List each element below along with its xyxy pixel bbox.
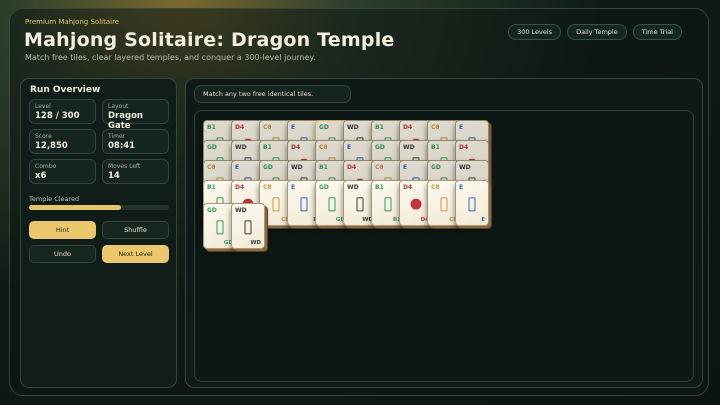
tile-code-label: WD [347,124,359,131]
page-title: Mahjong Solitaire: Dragon Temple [24,29,395,51]
tile-glyph-icon [356,197,364,212]
tile-code-label: E [459,124,464,131]
tile-code-label: GD [431,164,441,171]
tile-code-label: C8 [263,184,272,191]
tile-glyph-icon [244,220,252,235]
tile-code-label: B1 [375,124,384,131]
tile-code-label: WD [459,164,471,171]
tile-code-label: E [347,144,352,151]
stat-value: Dragon Gate [108,111,143,131]
tile-code-label: GD [207,207,217,214]
tile-code-label: C8 [431,184,440,191]
panel-title: Run Overview [30,85,101,95]
tile-code-label: E [403,164,408,171]
stat-value: 08:41 [108,141,136,151]
mode-300-levels-button[interactable]: 300 Levels [508,24,562,40]
tile-code-label: B1 [431,144,440,151]
mahjong-tile[interactable]: WD WD [231,203,265,249]
stat-label: Combo [35,163,57,170]
stat-value: 128 / 300 [35,111,80,121]
hint-message: Match any two free identical tiles. [194,85,351,103]
tile-code-label: E [459,184,464,191]
stat-value: x6 [35,171,47,181]
tile-code-label: GD [207,144,217,151]
tile-code-label: C8 [375,164,384,171]
tile-glyph-icon [328,197,336,212]
tile-code-label-bottom: WD [250,240,261,246]
stat-label: Layout [108,103,129,110]
tile-code-label: D4 [403,124,413,131]
tile-code-label: D4 [235,184,245,191]
tile-code-label: B1 [207,124,216,131]
mahjong-tile[interactable]: EE [455,180,489,226]
stat-moves-left: Moves Left 14 [102,159,169,184]
stat-combo: Combo x6 [29,159,96,184]
stat-label: Score [35,133,52,140]
stat-label: Level [35,103,51,110]
tile-code-label: D4 [291,144,301,151]
tile-code-label: E [291,184,296,191]
tile-code-label-bottom: E [481,217,485,223]
tile-code-label: GD [375,144,385,151]
tile-glyph-icon [384,197,392,212]
eyebrow-label: Premium Mahjong Solitaire [25,18,120,26]
tile-glyph-icon [468,197,476,212]
tile-code-label: GD [263,164,273,171]
stat-value: 14 [108,171,120,181]
tile-code-label: D4 [403,184,413,191]
tile-code-label: B1 [263,144,272,151]
stat-label: Moves Left [108,163,141,170]
undo-button[interactable]: Undo [29,245,96,263]
tile-code-label: C8 [431,124,440,131]
tile-code-label: B1 [319,164,328,171]
tile-code-label: C8 [207,164,216,171]
tile-glyph-icon [410,198,422,210]
mode-daily-temple-button[interactable]: Daily Temple [567,24,627,40]
tile-glyph-icon [272,197,280,212]
temple-progress-fill [29,205,122,210]
tile-code-label: D4 [459,144,469,151]
stat-timer: Timer 08:41 [102,129,169,154]
stat-level: Level 128 / 300 [29,99,96,124]
tile-code-label: E [291,124,296,131]
mode-selector: 300 Levels Daily Temple Time Trial [508,24,682,40]
mahjong-board: B1 D4 C8 E GD WD B1 D4 C8 E GD WD B1 D4 C8 E GD WD B1 D4 C8 E… [194,110,694,382]
stat-layout: Layout Dragon Gate [102,99,169,131]
next-level-button[interactable]: Next Level [102,245,169,263]
stat-score: Score 12,850 [29,129,96,154]
tile-code-label: GD [319,124,329,131]
hint-button[interactable]: Hint [29,221,96,239]
temple-progress-bar [29,205,169,210]
run-overview-panel: Run Overview Level 128 / 300 Layout Drag… [20,78,177,388]
tile-code-label: B1 [207,184,216,191]
tile-code-label: D4 [347,164,357,171]
stat-label: Timer [108,133,126,140]
stat-value: 12,850 [35,141,68,151]
game-panel: Match any two free identical tiles. B1 D4… [185,78,703,388]
shuffle-button[interactable]: Shuffle [102,221,169,239]
progress-label: Temple Cleared [29,195,80,203]
tile-code-label: GD [319,184,329,191]
tile-code-label: WD [403,144,415,151]
tile-code-label: C8 [319,144,328,151]
tile-code-label: WD [291,164,303,171]
tile-code-label: WD [235,207,247,214]
tile-code-label: C8 [263,124,272,131]
tile-glyph-icon [216,220,224,235]
tile-code-label: E [235,164,240,171]
mode-time-trial-button[interactable]: Time Trial [632,24,682,40]
tile-glyph-icon [440,197,448,212]
tile-code-label: D4 [235,124,245,131]
tile-code-label: WD [347,184,359,191]
tile-code-label: WD [235,144,247,151]
tile-glyph-icon [300,197,308,212]
page-subtitle: Match free tiles, clear layered temples,… [25,53,316,62]
tile-code-label: B1 [375,184,384,191]
